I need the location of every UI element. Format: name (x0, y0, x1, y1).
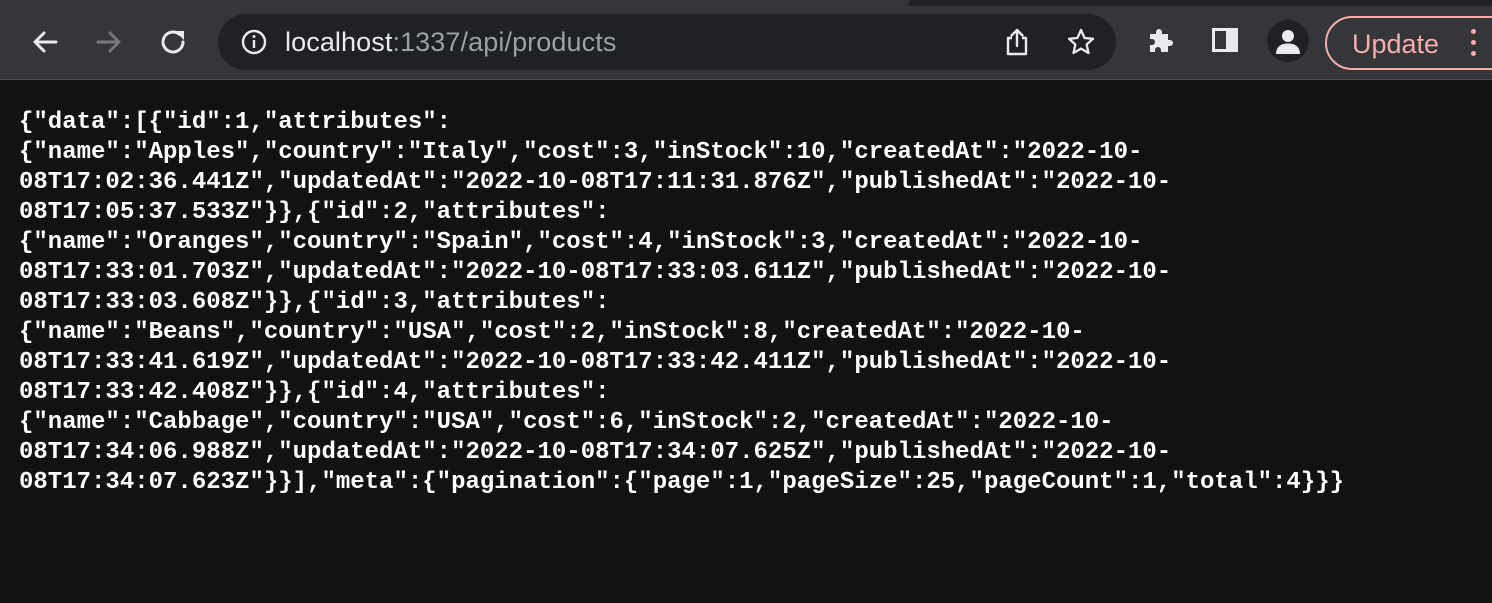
active-tab-edge (0, 0, 910, 6)
back-icon (33, 31, 58, 53)
extensions-puzzle-icon (1150, 29, 1173, 52)
browser-toolbar: localhost:1337/api/products Update (0, 0, 1492, 80)
side-panel-button[interactable] (1205, 20, 1245, 60)
json-line: 08T17:33:01.703Z","updatedAt":"2022-10-0… (19, 259, 1172, 286)
side-panel-icon (1212, 28, 1238, 52)
address-bar[interactable]: localhost:1337/api/products (218, 14, 1116, 70)
reload-icon (161, 30, 185, 54)
url-text[interactable]: localhost:1337/api/products (285, 26, 616, 58)
json-line: 08T17:05:37.533Z"}},{"id":2,"attributes"… (19, 199, 610, 226)
json-line: {"name":"Apples","country":"Italy","cost… (19, 139, 1143, 166)
back-button[interactable] (25, 22, 65, 62)
json-line: 08T17:33:42.408Z"}},{"id":4,"attributes"… (19, 379, 610, 406)
json-line: 08T17:34:06.988Z","updatedAt":"2022-10-0… (19, 439, 1172, 466)
url-host: localhost (285, 27, 393, 57)
bookmark-star-icon (1067, 28, 1095, 55)
json-line: {"name":"Beans","country":"USA","cost":2… (19, 319, 1085, 346)
tab-strip (0, 0, 1492, 6)
bookmark-button[interactable] (1065, 26, 1097, 58)
page-content: {"data":[{"id":1,"attributes": {"name":"… (0, 80, 1492, 603)
update-button[interactable]: Update (1325, 16, 1492, 70)
profile-avatar-icon (1276, 30, 1300, 54)
json-line: 08T17:34:07.623Z"}}],"meta":{"pagination… (19, 469, 1345, 496)
json-line: {"name":"Oranges","country":"Spain","cos… (19, 229, 1143, 256)
url-path: :1337/api/products (392, 27, 617, 57)
update-label: Update (1352, 29, 1440, 59)
json-line: 08T17:33:41.619Z","updatedAt":"2022-10-0… (19, 349, 1172, 376)
info-icon[interactable] (240, 28, 268, 56)
forward-icon (96, 31, 121, 53)
json-response-text: {"data":[{"id":1,"attributes": {"name":"… (19, 108, 1344, 498)
json-line: {"data":[{"id":1,"attributes": (19, 109, 452, 136)
reload-button[interactable] (154, 22, 194, 62)
json-line: 08T17:33:03.608Z"}},{"id":3,"attributes"… (19, 289, 610, 316)
extensions-button[interactable] (1141, 20, 1181, 60)
json-line: 08T17:02:36.441Z","updatedAt":"2022-10-0… (19, 169, 1172, 196)
forward-button[interactable] (89, 22, 129, 62)
share-icon (1006, 28, 1028, 56)
kebab-menu-icon[interactable] (1469, 29, 1477, 57)
json-line: {"name":"Cabbage","country":"USA","cost"… (19, 409, 1114, 436)
share-button[interactable] (1001, 26, 1033, 58)
profile-button[interactable] (1267, 20, 1309, 62)
